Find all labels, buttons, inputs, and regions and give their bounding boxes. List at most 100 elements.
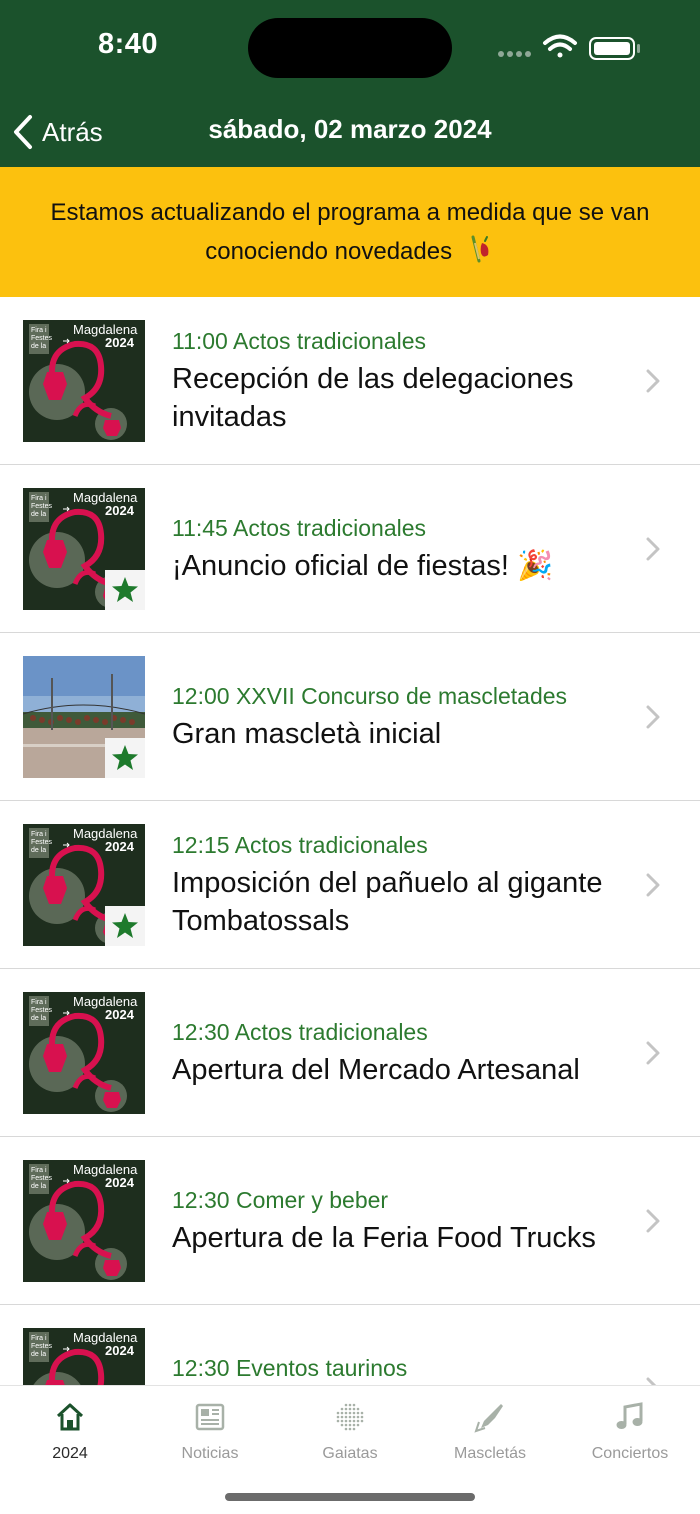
event-title: Imposición del pañuelo al gigante Tombat… — [172, 867, 603, 937]
svg-text:de la: de la — [31, 1015, 46, 1022]
event-row[interactable]: Fira i Festes de la Magdalena 2024 12:30… — [0, 1305, 700, 1385]
event-poster-image: Fira i Festes de la Magdalena 2024 — [23, 824, 145, 946]
favorite-star-icon — [105, 738, 145, 778]
svg-text:2024: 2024 — [105, 335, 135, 350]
event-time-category: 12:30 Eventos taurinos — [172, 1353, 612, 1383]
chevron-right-icon — [646, 1377, 657, 1385]
event-time: 12:30 — [172, 1187, 236, 1213]
event-poster-image: Fira i Festes de la Magdalena 2024 — [23, 1160, 145, 1282]
event-text: 12:30 Comer y beber Apertura de la Feria … — [172, 1185, 612, 1257]
rocket-icon — [420, 1400, 560, 1434]
event-row[interactable]: Fira i Festes de la Magdalena 2024 11:45… — [0, 465, 700, 633]
chevron-right-icon — [646, 537, 660, 561]
svg-text:de la: de la — [31, 343, 46, 350]
event-text: 12:30 Eventos taurinosApertura de la Fer… — [172, 1353, 612, 1385]
event-category: Actos tradicionales — [232, 515, 427, 541]
event-time: 12:30 — [172, 1019, 235, 1045]
tab-conciertos[interactable]: Conciertos — [560, 1400, 700, 1470]
event-time: 12:00 — [172, 683, 236, 709]
dynamic-island — [248, 18, 452, 78]
tab-label: Noticias — [181, 1445, 239, 1462]
svg-text:de la: de la — [31, 511, 46, 518]
event-row[interactable]: Fira i Festes de la Magdalena 2024 12:30… — [0, 1137, 700, 1305]
status-time: 8:40 — [98, 28, 159, 60]
favorite-star-icon — [105, 906, 145, 946]
event-text: 12:30 Actos tradicionales Apertura del Me… — [172, 1017, 612, 1089]
tab-label: Gaiatas — [322, 1445, 378, 1462]
event-time: 11:00 — [172, 328, 233, 354]
tab-label: Conciertos — [591, 1445, 669, 1462]
event-title: Apertura del Mercado Artesanal — [172, 1054, 580, 1086]
back-button[interactable]: Atrás — [12, 110, 103, 154]
event-category: Actos tradicionales — [234, 832, 428, 858]
newspaper-icon — [140, 1400, 280, 1434]
chevron-right-icon — [646, 369, 660, 393]
favorite-star-icon — [105, 570, 145, 610]
tab-2024[interactable]: 2024 — [0, 1400, 140, 1470]
event-poster-image: Fira i Festes de la Magdalena 2024 — [23, 320, 145, 442]
event-title: Recepción de las delegaciones invitadas — [172, 363, 574, 433]
chevron-right-icon — [646, 1041, 660, 1065]
tab-noticias[interactable]: Noticias — [140, 1400, 280, 1470]
event-row[interactable]: 12:00 XXVII Concurso de mascletades Gran … — [0, 633, 700, 801]
signal-icon — [498, 51, 531, 57]
event-time: 12:30 — [172, 1355, 236, 1381]
home-icon — [0, 1400, 140, 1434]
event-text: 11:45 Actos tradicionales ¡Anuncio oficia… — [172, 513, 612, 585]
chevron-right-icon — [646, 873, 660, 897]
back-label: Atrás — [42, 116, 103, 147]
svg-text:Festes: Festes — [31, 839, 53, 846]
page-title: sábado, 02 marzo 2024 — [208, 114, 492, 144]
svg-text:Festes: Festes — [31, 1343, 53, 1350]
event-time-category: 11:45 Actos tradicionales — [172, 513, 612, 543]
svg-text:de la: de la — [31, 1351, 46, 1358]
event-category: Actos tradicionales — [232, 328, 427, 354]
svg-text:Fira i: Fira i — [31, 1335, 47, 1342]
event-time: 11:45 — [172, 515, 233, 541]
chevron-left-icon — [14, 115, 32, 149]
event-time-category: 12:30 Comer y beber — [172, 1185, 612, 1215]
event-row[interactable]: Fira i Festes de la Magdalena 2024 11:00… — [0, 297, 700, 465]
svg-text:2024: 2024 — [105, 839, 135, 854]
event-time-category: 12:30 Actos tradicionales — [172, 1017, 612, 1047]
svg-text:Festes: Festes — [31, 503, 53, 510]
event-category: Comer y beber — [235, 1187, 389, 1213]
event-category: Actos tradicionales — [234, 1019, 428, 1045]
app-header: 8:40 Atrás sábado, 02 marzo 2024 — [0, 0, 700, 167]
event-category: Eventos taurinos — [235, 1355, 408, 1381]
event-row[interactable]: Fira i Festes de la Magdalena 2024 12:15… — [0, 801, 700, 969]
event-text: 12:00 XXVII Concurso de mascletades Gran … — [172, 681, 612, 753]
event-row[interactable]: Fira i Festes de la Magdalena 2024 12:30… — [0, 969, 700, 1137]
battery-icon — [589, 37, 640, 60]
event-category: XXVII Concurso de mascletades — [235, 683, 568, 709]
chevron-right-icon — [646, 705, 660, 729]
tab-label: Mascletás — [453, 1445, 527, 1462]
chevron-right-icon — [646, 1209, 660, 1233]
svg-text:Festes: Festes — [31, 1007, 53, 1014]
event-time-category: 12:00 XXVII Concurso de mascletades — [172, 681, 612, 711]
event-time-category: 11:00 Actos tradicionales — [172, 326, 612, 356]
event-text: 12:15 Actos tradicionales Imposición del … — [172, 830, 612, 940]
svg-text:Fira i: Fira i — [31, 327, 47, 334]
svg-text:de la: de la — [31, 1183, 46, 1190]
tab-masclet-s[interactable]: Mascletás — [420, 1400, 560, 1470]
dots-grid-icon — [280, 1400, 420, 1434]
event-title: Gran mascletà inicial — [172, 718, 442, 750]
wifi-icon — [543, 34, 577, 58]
status-icons — [497, 32, 647, 62]
event-poster-image: Fira i Festes de la Magdalena 2024 — [23, 1328, 145, 1385]
home-indicator — [225, 1493, 475, 1501]
event-title: Apertura de la Feria Food Trucks — [172, 1222, 596, 1254]
svg-text:Festes: Festes — [31, 335, 53, 342]
svg-text:Fira i: Fira i — [31, 1167, 47, 1174]
banner-message: Estamos actualizando el programa a medid… — [26, 193, 674, 271]
svg-text:Fira i: Fira i — [31, 831, 47, 838]
event-poster-image: Fira i Festes de la Magdalena 2024 — [23, 992, 145, 1114]
svg-text:de la: de la — [31, 847, 46, 854]
event-time-category: 12:15 Actos tradicionales — [172, 830, 612, 860]
music-note-icon — [560, 1400, 700, 1434]
event-list[interactable]: Fira i Festes de la Magdalena 2024 11:00… — [0, 297, 700, 1385]
tab-gaiatas[interactable]: Gaiatas — [280, 1400, 420, 1470]
event-time: 12:15 — [172, 832, 235, 858]
firecracker-icon — [471, 235, 489, 263]
